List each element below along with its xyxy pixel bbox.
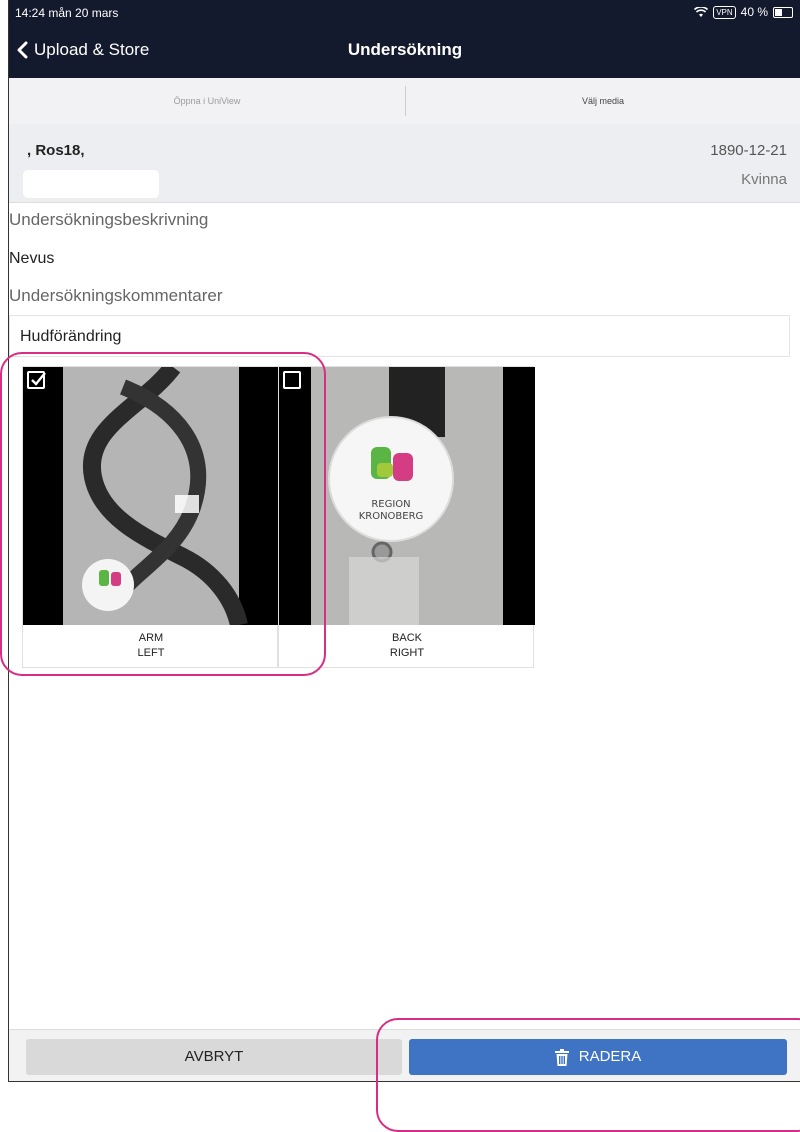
open-in-uniview-button[interactable]: Öppna i UniView bbox=[9, 78, 405, 124]
delete-button[interactable]: RADERA bbox=[409, 1039, 787, 1075]
media-caption-line2: LEFT bbox=[137, 647, 165, 659]
patient-header: , Ros18, 1890-12-21 Kvinna bbox=[9, 124, 800, 203]
svg-text:REGION: REGION bbox=[371, 499, 410, 510]
checkmark-icon bbox=[31, 372, 46, 386]
media-card-back-right[interactable]: REGION KRONOBERG BACK RIGHT bbox=[278, 366, 535, 669]
media-caption-line1: ARM bbox=[138, 632, 164, 644]
media-caption-line1: BACK bbox=[392, 632, 422, 644]
patient-name: , Ros18, bbox=[27, 142, 85, 159]
delete-button-label: RADERA bbox=[578, 1048, 642, 1065]
battery-percent: 40 % bbox=[740, 5, 768, 19]
comments-field[interactable]: Hudförändring bbox=[9, 315, 790, 357]
patient-id-redacted bbox=[23, 170, 159, 198]
battery-icon bbox=[773, 6, 793, 18]
patient-sex: Kvinna bbox=[741, 171, 787, 188]
status-time: 14:24 mån 20 mars bbox=[15, 6, 119, 20]
svg-text:KRONOBERG: KRONOBERG bbox=[359, 511, 424, 522]
nav-bar: Upload & Store Undersökning bbox=[9, 26, 800, 78]
vpn-badge: VPN bbox=[713, 5, 736, 19]
media-toolbar: Öppna i UniView Välj media bbox=[9, 78, 800, 125]
patient-birthdate: 1890-12-21 bbox=[710, 142, 787, 159]
lanyard-photo bbox=[23, 367, 279, 625]
comments-label: Undersökningskommentarer bbox=[9, 286, 223, 305]
trash-icon bbox=[554, 1048, 569, 1066]
media-thumbnail[interactable] bbox=[23, 367, 279, 625]
media-caption-line2: RIGHT bbox=[389, 647, 425, 659]
description-value: Nevus bbox=[9, 250, 55, 267]
media-caption: BACK RIGHT bbox=[279, 625, 535, 669]
media-card-arm-left[interactable]: ARM LEFT bbox=[22, 366, 279, 669]
description-label: Undersökningsbeskrivning bbox=[9, 210, 209, 229]
media-checkbox[interactable] bbox=[27, 371, 46, 389]
badge-photo: REGION KRONOBERG bbox=[279, 367, 535, 625]
media-checkbox[interactable] bbox=[283, 371, 301, 389]
action-footer: AVBRYT RADERA bbox=[9, 1029, 800, 1081]
select-media-button[interactable]: Välj media bbox=[405, 78, 800, 124]
back-button[interactable]: Upload & Store bbox=[17, 40, 149, 60]
media-caption: ARM LEFT bbox=[23, 625, 279, 669]
media-thumbnail[interactable]: REGION KRONOBERG bbox=[279, 367, 535, 625]
wifi-icon bbox=[694, 6, 709, 17]
chevron-left-icon bbox=[17, 41, 28, 59]
app-window: 14:24 mån 20 mars VPN 40 % Upload & Stor… bbox=[8, 0, 800, 1082]
cancel-button[interactable]: AVBRYT bbox=[26, 1039, 402, 1075]
status-bar: 14:24 mån 20 mars VPN 40 % bbox=[9, 0, 800, 26]
back-button-label: Upload & Store bbox=[34, 40, 150, 59]
